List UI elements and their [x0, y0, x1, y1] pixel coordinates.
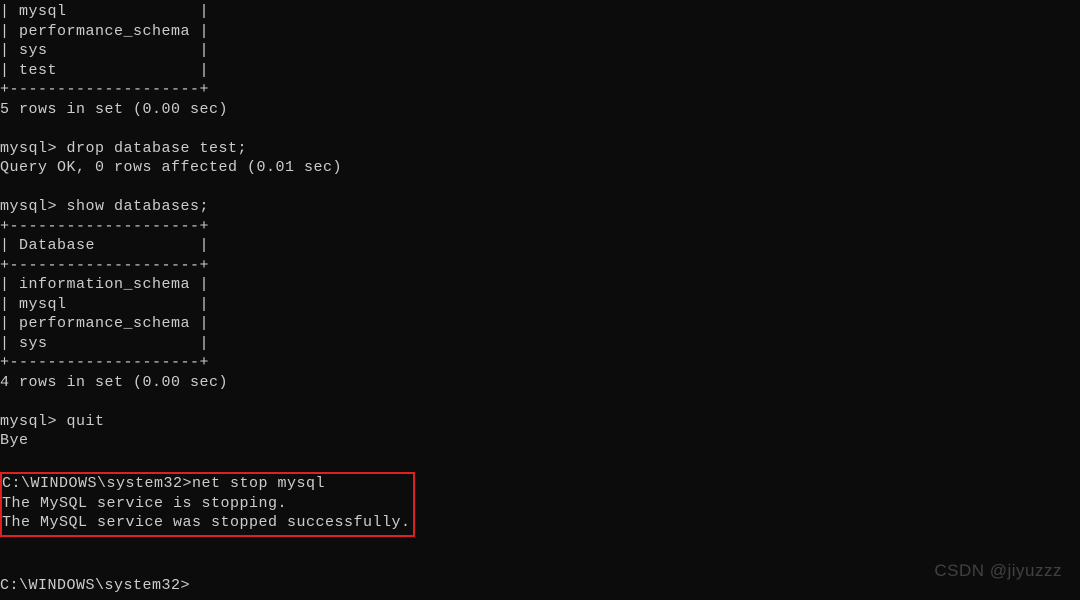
mysql-prompt: mysql> show databases; — [0, 198, 209, 215]
cmd-prompt: C:\WINDOWS\system32>net stop mysql — [2, 475, 325, 492]
table-border: +--------------------+ — [0, 218, 209, 235]
table-border: +--------------------+ — [0, 257, 209, 274]
result-text: 5 rows in set (0.00 sec) — [0, 101, 228, 118]
result-text: 4 rows in set (0.00 sec) — [0, 374, 228, 391]
table-border: +--------------------+ — [0, 354, 209, 371]
table-row: | sys | — [0, 335, 209, 352]
mysql-prompt: mysql> drop database test; — [0, 140, 247, 157]
table-row: | mysql | — [0, 296, 209, 313]
table-row: | sys | — [0, 42, 209, 59]
table-row: | information_schema | — [0, 276, 209, 293]
table-header: | Database | — [0, 237, 209, 254]
table-row: | test | — [0, 62, 209, 79]
table-row: | performance_schema | — [0, 315, 209, 332]
output-text: The MySQL service was stopped successful… — [2, 514, 411, 531]
output-text: The MySQL service is stopping. — [2, 495, 287, 512]
table-border: +--------------------+ — [0, 81, 209, 98]
output-text: Bye — [0, 432, 29, 449]
result-text: Query OK, 0 rows affected (0.01 sec) — [0, 159, 342, 176]
table-row: | mysql | — [0, 3, 209, 20]
highlighted-region: C:\WINDOWS\system32>net stop mysql The M… — [0, 472, 415, 537]
table-row: | performance_schema | — [0, 23, 209, 40]
cmd-prompt[interactable]: C:\WINDOWS\system32> — [0, 577, 190, 594]
mysql-prompt: mysql> quit — [0, 413, 105, 430]
terminal-output[interactable]: | mysql | | performance_schema | | sys |… — [0, 2, 1080, 595]
